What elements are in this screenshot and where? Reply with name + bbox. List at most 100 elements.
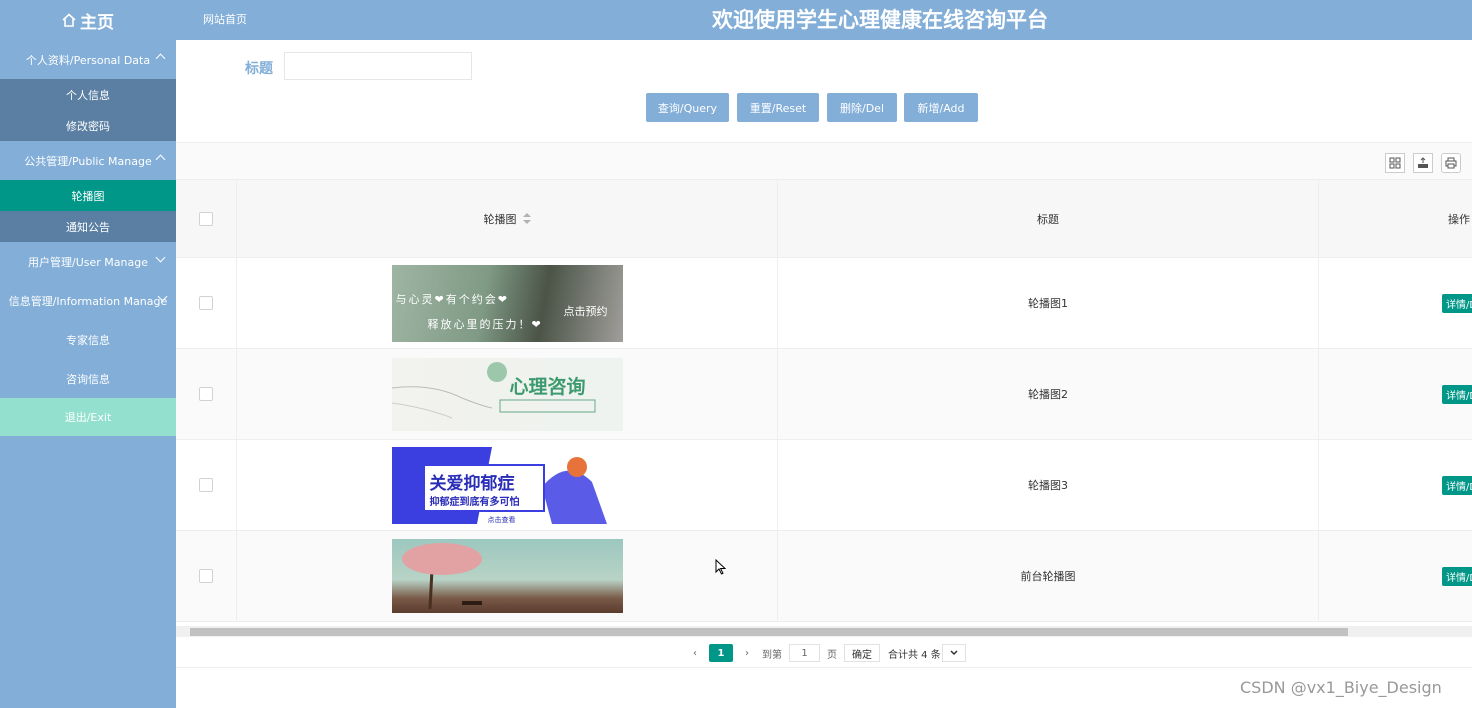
hands-illustration [391, 361, 595, 418]
title-cell: 轮播图3 [778, 440, 1319, 530]
home-label: 主页 [80, 12, 114, 33]
select-cell [176, 531, 237, 621]
sort-icon[interactable] [522, 212, 531, 225]
carousel-image-2[interactable]: 心理咨询 [391, 357, 623, 431]
detail-del-button[interactable]: 详情/Del [1442, 475, 1472, 495]
page-size-select[interactable] [942, 644, 966, 662]
exit-button[interactable]: 退出/Exit [0, 398, 176, 436]
chevron-up-icon [155, 154, 166, 165]
carousel-image-cell: 心理咨询 [237, 349, 778, 439]
delete-button[interactable]: 删除/Del [827, 93, 897, 122]
detail-del-button[interactable]: 详情/Del [1442, 566, 1472, 586]
banner-text: 关爱抑郁症 [429, 473, 515, 494]
print-icon[interactable] [1441, 153, 1461, 173]
sidebar-item-personal-info[interactable]: 个人信息 [0, 79, 176, 110]
banner-text: 点击查看 [487, 515, 516, 524]
row-checkbox[interactable] [199, 569, 213, 583]
total-count: 合计共 4 条 [888, 649, 941, 661]
next-page-icon[interactable]: › [740, 644, 754, 662]
banner-text: 点击预约 [563, 304, 608, 318]
carousel-image-4[interactable] [391, 539, 623, 613]
sidebar-item-notice[interactable]: 通知公告 [0, 211, 176, 242]
table-row: 与心灵❤有个约会❤ 释放心里的压力！❤ 点击预约 轮播图1 详情/Del [176, 258, 1472, 349]
menu-group-personal-data[interactable]: 个人资料/Personal Data [0, 40, 176, 79]
carousel-image-cell [237, 531, 778, 621]
banner-text: 抑郁症到底有多可怕 [429, 496, 520, 508]
title-cell: 轮播图1 [778, 258, 1319, 348]
title-search-input[interactable] [284, 52, 472, 80]
chevron-down-icon [950, 650, 958, 656]
watermark: CSDN @vx1_Biye_Design [1240, 678, 1442, 697]
goto-label: 到第 [762, 649, 782, 661]
row-checkbox[interactable] [199, 387, 213, 401]
chevron-down-icon [155, 252, 166, 263]
carousel-image-cell: 关爱抑郁症 抑郁症到底有多可怕 点击查看 [237, 440, 778, 530]
row-checkbox[interactable] [199, 296, 213, 310]
chevron-up-icon [155, 53, 166, 64]
row-checkbox[interactable] [199, 478, 213, 492]
carousel-image-cell: 与心灵❤有个约会❤ 释放心里的压力！❤ 点击预约 [237, 258, 778, 348]
detail-del-button[interactable]: 详情/Del [1442, 384, 1472, 404]
confirm-button[interactable]: 确定 [844, 644, 880, 662]
sidebar: 个人资料/Personal Data 个人信息 修改密码 公共管理/Public… [0, 40, 176, 708]
horizontal-scrollbar[interactable] [176, 626, 1472, 637]
menu-group-label: 个人资料/Personal Data [25, 53, 151, 67]
carousel-image-3[interactable]: 关爱抑郁症 抑郁症到底有多可怕 点击查看 [391, 446, 623, 524]
submenu-public-manage: 轮播图 通知公告 [0, 180, 176, 242]
select-all-checkbox[interactable] [199, 211, 213, 226]
export-icon[interactable] [1413, 153, 1433, 173]
sidebar-item-consult-info[interactable]: 咨询信息 [0, 359, 176, 398]
mouse-cursor-icon [715, 559, 727, 575]
column-header-action: 操作 [1319, 180, 1472, 257]
carousel-image-1[interactable]: 与心灵❤有个约会❤ 释放心里的压力！❤ 点击预约 [391, 264, 623, 342]
menu-group-label: 用户管理/User Manage [28, 255, 148, 269]
action-cell: 详情/Del [1319, 440, 1472, 530]
action-cell: 详情/Del [1319, 531, 1472, 621]
pagination: ‹ 1 › 到第 1 页 确定 合计共 4 条 [176, 638, 1472, 668]
header-select-cell [176, 180, 237, 257]
carousel-table: 轮播图 标题 操作 与心灵❤有个约会❤ 释放心里的压力！❤ 点击预约 轮播图1 … [176, 180, 1472, 622]
prev-page-icon[interactable]: ‹ [688, 644, 702, 662]
detail-del-button[interactable]: 详情/Del [1442, 293, 1472, 313]
select-cell [176, 349, 237, 439]
select-cell [176, 440, 237, 530]
add-button[interactable]: 新增/Add [904, 93, 978, 122]
page-1-button[interactable]: 1 [709, 644, 733, 662]
search-title-label: 标题 [245, 61, 273, 77]
sidebar-item-change-password[interactable]: 修改密码 [0, 110, 176, 141]
action-cell: 详情/Del [1319, 349, 1472, 439]
column-header-title: 标题 [778, 180, 1319, 257]
top-header: 主页 网站首页 欢迎使用学生心理健康在线咨询平台 [0, 0, 1472, 40]
title-cell: 前台轮播图 [778, 531, 1319, 621]
page-title: 欢迎使用学生心理健康在线咨询平台 [712, 8, 1048, 32]
menu-group-user-manage[interactable]: 用户管理/User Manage [0, 242, 176, 281]
select-cell [176, 258, 237, 348]
table-row: 关爱抑郁症 抑郁症到底有多可怕 点击查看 轮播图3 详情/Del [176, 440, 1472, 531]
column-label: 操作 [1448, 212, 1470, 226]
menu-group-label: 公共管理/Public Manage [24, 154, 152, 168]
columns-filter-icon[interactable] [1385, 153, 1405, 173]
scrollbar-thumb[interactable] [190, 628, 1348, 636]
banner-text: 与心灵❤有个约会❤ [395, 292, 509, 306]
goto-page-input[interactable]: 1 [789, 644, 820, 662]
submenu-personal-data: 个人信息 修改密码 [0, 79, 176, 141]
site-home-link[interactable]: 网站首页 [203, 11, 247, 27]
reset-button[interactable]: 重置/Reset [737, 93, 819, 122]
banner-text: 心理咨询 [509, 375, 586, 398]
home-icon [62, 13, 76, 27]
menu-group-information-manage[interactable]: 信息管理/Information Manage [0, 281, 176, 320]
table-row: 心理咨询 轮播图2 详情/Del [176, 349, 1472, 440]
column-header-carousel[interactable]: 轮播图 [237, 180, 778, 257]
table-row: 前台轮播图 详情/Del [176, 531, 1472, 622]
table-header: 轮播图 标题 操作 [176, 180, 1472, 258]
sidebar-item-expert-info[interactable]: 专家信息 [0, 320, 176, 359]
title-cell: 轮播图2 [778, 349, 1319, 439]
menu-group-public-manage[interactable]: 公共管理/Public Manage [0, 141, 176, 180]
sidebar-item-carousel[interactable]: 轮播图 [0, 180, 176, 211]
menu-group-label: 信息管理/Information Manage [8, 294, 168, 308]
tree-illustration [401, 543, 482, 610]
home-link[interactable]: 主页 [0, 0, 176, 40]
query-button[interactable]: 查询/Query [646, 93, 729, 122]
page-unit-label: 页 [827, 649, 837, 661]
main-content: 标题 查询/Query 重置/Reset 删除/Del 新增/Add 轮播图 标… [176, 40, 1472, 708]
